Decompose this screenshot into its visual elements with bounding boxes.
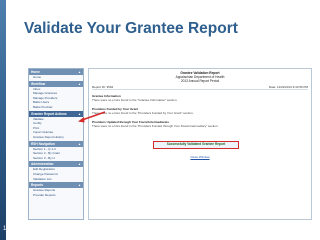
chevron-up-icon: ▲ [78, 162, 81, 167]
report-date: Date: 11/22/2013 9:44:56 PM [269, 85, 308, 89]
report-year: 2013 Annual Report Period [180, 79, 220, 84]
sidebar-section-header[interactable]: Home ▲ [29, 69, 83, 75]
sidebar-section-header[interactable]: Workflow ▲ [29, 80, 83, 87]
report-header: Grantee Validation Report Appalachian De… [89, 71, 311, 84]
sidebar-item[interactable]: Grantee Report History [29, 135, 83, 140]
sidebar-item[interactable]: Validation List [29, 177, 83, 182]
sidebar-item[interactable]: Section 3 - By H [29, 156, 83, 161]
sidebar-section-label: Grantee Report Actions [31, 111, 67, 116]
section-desc: There were no errors found in the "Grant… [92, 98, 178, 103]
sidebar-nav: Home ▲ Home Workflow ▲ Inbox Manage Grantees Ma… [28, 68, 84, 220]
sidebar-section-header[interactable]: Administration ▲ [29, 161, 83, 168]
validation-report-window: Grantee Validation Report Appalachian De… [88, 68, 312, 220]
slide-accent-bar [0, 0, 6, 240]
sidebar-section-header[interactable]: RSH Navigation ▲ [29, 140, 83, 147]
section-providers-funded: Providers Funded by Your Grant There wer… [92, 107, 194, 115]
chevron-up-icon: ▲ [78, 70, 81, 74]
sidebar-section-header[interactable]: Grantee Report Actions ▲ [29, 110, 83, 117]
report-meta-row: Report ID: 3594 Date: 11/22/2013 9:44:56… [92, 85, 308, 90]
slide-title: Validate Your Grantee Report [24, 20, 238, 37]
close-window-link[interactable]: Close Window [89, 155, 311, 159]
chevron-up-icon: ▲ [78, 141, 81, 146]
sidebar-section-label: Workflow [31, 81, 46, 86]
report-id: Report ID: 3594 [92, 85, 114, 89]
chevron-up-icon: ▲ [78, 183, 81, 188]
section-desc: There were no errors found in the "Provi… [92, 124, 219, 129]
sidebar-section-label: RSH Navigation [31, 141, 55, 146]
section-providers-updated: Providers Updated through Your Fiscal In… [92, 120, 218, 128]
sidebar-section-label: Home [31, 70, 40, 74]
section-grantee-info: Grantee Information There were no errors… [92, 94, 177, 102]
sidebar-section-label: Administration [31, 162, 54, 167]
chevron-up-icon: ▲ [78, 81, 81, 86]
sidebar-section-header[interactable]: Reports ▲ [29, 182, 83, 189]
section-desc: There were no errors found in the "Provi… [92, 111, 194, 116]
sidebar-item[interactable]: Home [29, 75, 83, 80]
page-number: 14 [3, 226, 10, 232]
sidebar-item[interactable]: Ballot Provider [29, 105, 83, 110]
sidebar-item[interactable]: Provider Reports [29, 193, 83, 198]
arrow-left-icon [78, 111, 106, 123]
sidebar-section-label: Reports [31, 183, 44, 188]
success-message: Successfully Validated Grantee Report [153, 141, 239, 149]
